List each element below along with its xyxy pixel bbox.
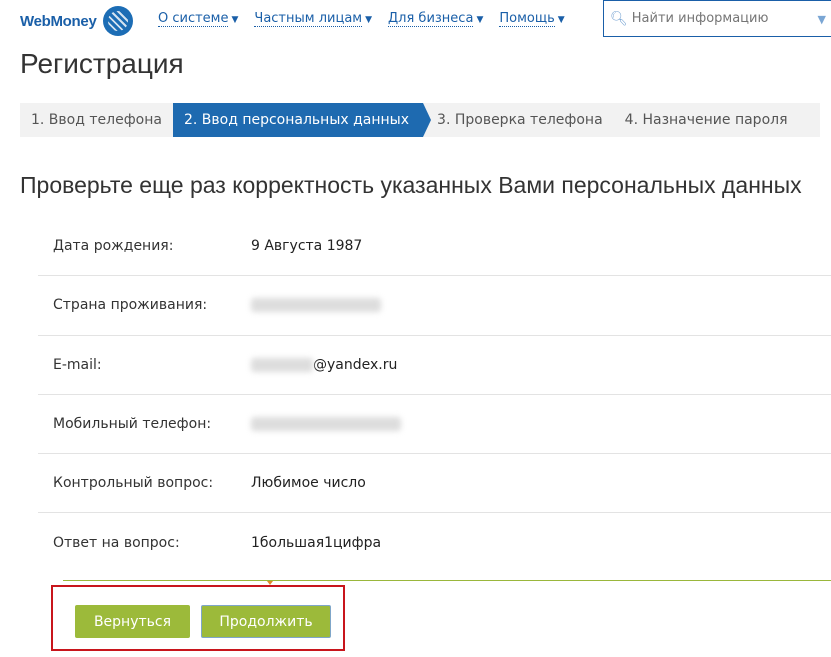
caret-down-icon: ▼ (476, 15, 484, 25)
nav-help-link[interactable]: Помощь (499, 11, 555, 27)
field-label: E-mail: (53, 356, 102, 373)
search-dropdown-icon[interactable]: ▼ (818, 13, 826, 26)
field-row: E-mail: @yandex.ru (38, 336, 831, 395)
field-label: Мобильный телефон: (53, 416, 212, 433)
field-label: Страна проживания: (53, 297, 208, 314)
registration-steps: 1. Ввод телефона 2. Ввод персональных да… (20, 103, 820, 137)
logo-text: WebMoney (20, 12, 97, 30)
redacted-value (251, 417, 401, 432)
field-label: Контрольный вопрос: (53, 475, 214, 492)
caret-down-icon: ▼ (557, 15, 565, 25)
search-input[interactable] (631, 11, 812, 26)
search-icon: 🔍︎ (610, 10, 628, 27)
globe-icon (102, 6, 133, 36)
redacted-value (251, 357, 313, 372)
page-title: Регистрация (20, 48, 184, 79)
field-value: @yandex.ru (251, 357, 397, 373)
personal-data-list: Дата рождения: 9 Августа 1987 Страна прож… (38, 217, 831, 573)
field-label: Дата рождения: (53, 238, 174, 255)
nav-about-link[interactable]: О системе (158, 11, 229, 27)
back-button[interactable]: Вернуться (75, 605, 190, 638)
nav-about[interactable]: О системе ▼ (158, 11, 239, 27)
webmoney-logo[interactable]: WebMoney (20, 6, 133, 36)
field-label: Ответ на вопрос: (53, 535, 180, 552)
field-row: Мобильный телефон: (38, 395, 831, 455)
step-set-password: 4. Назначение пароля (624, 112, 788, 128)
section-heading: Проверьте еще раз корректность указанных… (20, 172, 802, 198)
top-bar: WebMoney О системе ▼ Частным лицам ▼ Для б… (0, 0, 831, 40)
field-row: Ответ на вопрос: 1большая1цифра (38, 513, 831, 572)
nav-personal[interactable]: Частным лицам ▼ (254, 11, 373, 27)
nav-help[interactable]: Помощь ▼ (499, 11, 565, 27)
field-value: 9 Августа 1987 (251, 238, 363, 255)
field-value: 1большая1цифра (251, 535, 382, 552)
nav-business[interactable]: Для бизнеса ▼ (388, 11, 484, 27)
redacted-value (251, 298, 381, 313)
step-phone: 1. Ввод телефона (31, 112, 162, 128)
email-domain: @yandex.ru (313, 356, 398, 373)
field-value: Любимое число (251, 475, 366, 492)
search-box: 🔍︎ ▼ (603, 0, 831, 37)
nav-business-link[interactable]: Для бизнеса (388, 11, 474, 27)
step-personal-data: 2. Ввод персональных данных (172, 103, 432, 137)
field-value (251, 298, 381, 313)
field-row: Страна проживания: (38, 276, 831, 336)
divider (63, 580, 831, 581)
field-row: Дата рождения: 9 Августа 1987 (38, 217, 831, 277)
nav-personal-link[interactable]: Частным лицам (254, 11, 363, 27)
caret-down-icon: ▼ (231, 15, 239, 25)
continue-button[interactable]: Продолжить (201, 605, 331, 638)
field-value (251, 417, 401, 432)
caret-down-icon: ▼ (365, 15, 373, 25)
main-nav: О системе ▼ Частным лицам ▼ Для бизнеса ▼ П… (158, 11, 565, 27)
step-verify-phone: 3. Проверка телефона (437, 112, 603, 128)
field-row: Контрольный вопрос: Любимое число (38, 454, 831, 514)
